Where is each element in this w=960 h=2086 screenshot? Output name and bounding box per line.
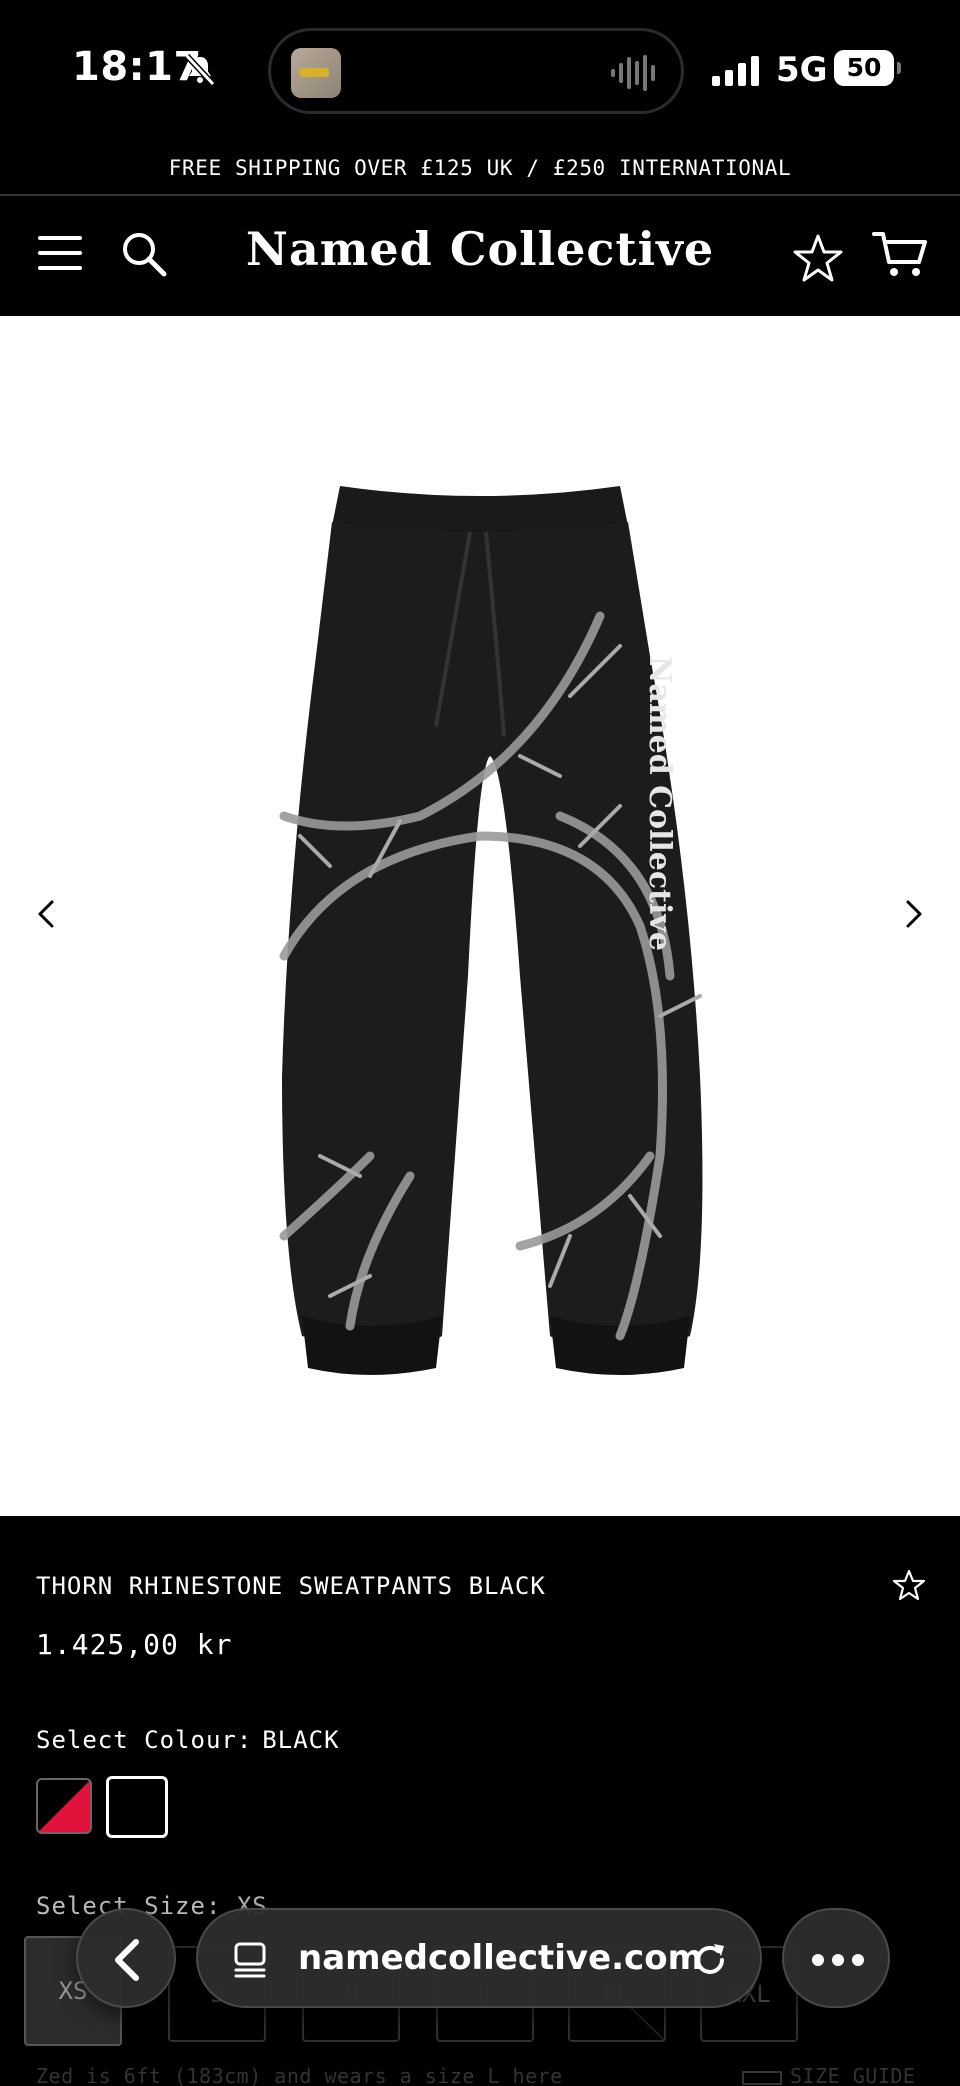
add-to-wishlist-star-icon[interactable]	[892, 1568, 926, 1602]
dynamic-island[interactable]	[268, 28, 684, 114]
size-guide-label: SIZE GUIDE	[790, 2064, 916, 2086]
cart-icon[interactable]	[870, 228, 930, 280]
status-bar: 18:17 5G 50	[0, 0, 960, 140]
site-header: Named Collective	[0, 198, 960, 316]
address-bar[interactable]: namedcollective.com	[196, 1908, 762, 2008]
product-price: 1.425,00 kr	[36, 1628, 233, 1661]
search-icon[interactable]	[118, 228, 170, 280]
tab-overview-icon[interactable]	[230, 1940, 270, 1980]
address-url[interactable]: namedcollective.com	[298, 1938, 703, 1978]
battery-indicator: 50	[834, 50, 901, 86]
reload-icon[interactable]	[688, 1938, 732, 1982]
model-size-note: Zed is 6ft (183cm) and wears a size L he…	[36, 2064, 563, 2086]
signal-bars-icon	[712, 56, 759, 86]
size-guide-link[interactable]: SIZE GUIDE	[742, 2064, 915, 2086]
menu-icon[interactable]	[38, 236, 84, 272]
back-arrow-icon	[115, 1939, 139, 1981]
more-options-button[interactable]	[782, 1908, 890, 2008]
audio-waveform-icon	[611, 55, 655, 91]
browser-back-button[interactable]	[76, 1908, 176, 2008]
print-logo-text: Named Collective	[642, 656, 677, 951]
chevron-right-icon[interactable]	[894, 894, 934, 934]
colour-label-text: Select Colour:	[36, 1726, 253, 1754]
announcement-bar: FREE SHIPPING OVER £125 UK / £250 INTERN…	[0, 140, 960, 196]
colour-swatch-red[interactable]	[36, 1778, 92, 1834]
bell-muted-icon	[184, 53, 216, 87]
site-logo[interactable]: Named Collective	[240, 222, 720, 276]
product-image-sweatpants: Named Collective	[279, 486, 703, 1375]
colour-swatch-black[interactable]	[106, 1776, 168, 1838]
ruler-icon	[742, 2070, 782, 2085]
more-dots-icon	[812, 1954, 864, 1966]
now-playing-artwork	[291, 48, 341, 98]
chevron-left-icon[interactable]	[26, 894, 66, 934]
product-title: THORN RHINESTONE SWEATPANTS BLACK	[36, 1572, 546, 1600]
product-gallery[interactable]: Named Collective	[0, 316, 960, 1516]
wishlist-star-icon[interactable]	[792, 232, 844, 284]
colour-label: Select Colour: BLACK	[36, 1726, 340, 1754]
network-type: 5G	[776, 50, 828, 90]
selected-colour: BLACK	[262, 1726, 340, 1754]
